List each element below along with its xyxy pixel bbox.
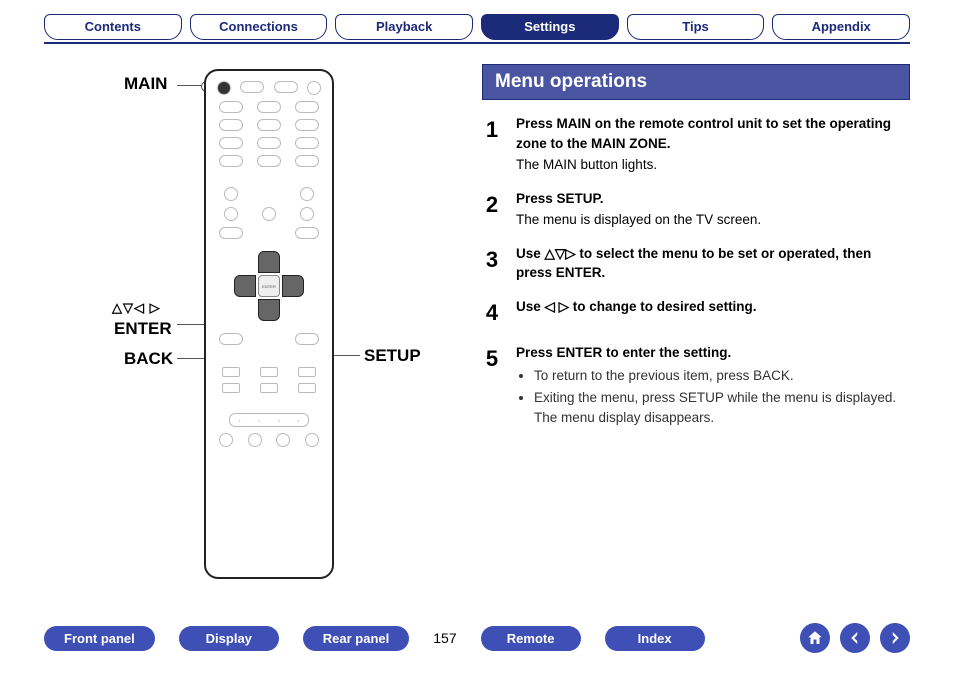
tab-connections[interactable]: Connections — [190, 14, 328, 40]
step-1: 1 Press MAIN on the remote control unit … — [482, 114, 910, 175]
prev-page-icon[interactable] — [840, 623, 870, 653]
bottom-nav: Front panel Display Rear panel 157 Remot… — [0, 623, 954, 653]
step-text: Press ENTER to enter the setting. — [516, 343, 910, 363]
section-title: Menu operations — [482, 64, 910, 100]
callout-main: MAIN — [124, 74, 167, 94]
step-bullet: Exiting the menu, press SETUP while the … — [534, 388, 910, 427]
step-num: 3 — [482, 244, 502, 283]
next-page-icon[interactable] — [880, 623, 910, 653]
top-tab-bar: Contents Connections Playback Settings T… — [0, 0, 954, 40]
step-3: 3 Use △▽▷ to select the menu to be set o… — [482, 244, 910, 283]
step-text: Use △▽▷ to select the menu to be set or … — [516, 244, 910, 283]
btn-front-panel[interactable]: Front panel — [44, 626, 155, 651]
tab-appendix[interactable]: Appendix — [772, 14, 910, 40]
remote-diagram: MAIN △▽◁ ▷ ENTER BACK SETUP — [44, 64, 454, 584]
callout-arrows: △▽◁ ▷ — [112, 300, 161, 316]
step-num: 2 — [482, 189, 502, 230]
page-number: 157 — [433, 630, 456, 646]
step-sub: The MAIN button lights. — [516, 155, 910, 175]
btn-remote[interactable]: Remote — [481, 626, 581, 651]
step-2: 2 Press SETUP. The menu is displayed on … — [482, 189, 910, 230]
callout-back: BACK — [124, 349, 173, 369]
remote-outline: ENTER 1234 — [204, 69, 334, 579]
callout-enter: ENTER — [114, 319, 172, 339]
btn-rear-panel[interactable]: Rear panel — [303, 626, 409, 651]
step-5: 5 Press ENTER to enter the setting. To r… — [482, 343, 910, 429]
tab-playback[interactable]: Playback — [335, 14, 473, 40]
step-text: Press SETUP. — [516, 189, 761, 209]
leader-main — [177, 85, 207, 86]
step-bullet: To return to the previous item, press BA… — [534, 366, 910, 386]
home-icon[interactable] — [800, 623, 830, 653]
callout-setup: SETUP — [364, 346, 421, 366]
tab-settings[interactable]: Settings — [481, 14, 619, 40]
tab-tips[interactable]: Tips — [627, 14, 765, 40]
step-4: 4 Use ◁ ▷ to change to desired setting. — [482, 297, 910, 329]
btn-index[interactable]: Index — [605, 626, 705, 651]
step-text: Use ◁ ▷ to change to desired setting. — [516, 297, 757, 317]
step-text: Press MAIN on the remote control unit to… — [516, 114, 910, 153]
tab-contents[interactable]: Contents — [44, 14, 182, 40]
btn-display[interactable]: Display — [179, 626, 279, 651]
step-num: 4 — [482, 297, 502, 329]
step-num: 1 — [482, 114, 502, 175]
step-num: 5 — [482, 343, 502, 429]
step-sub: The menu is displayed on the TV screen. — [516, 210, 761, 230]
